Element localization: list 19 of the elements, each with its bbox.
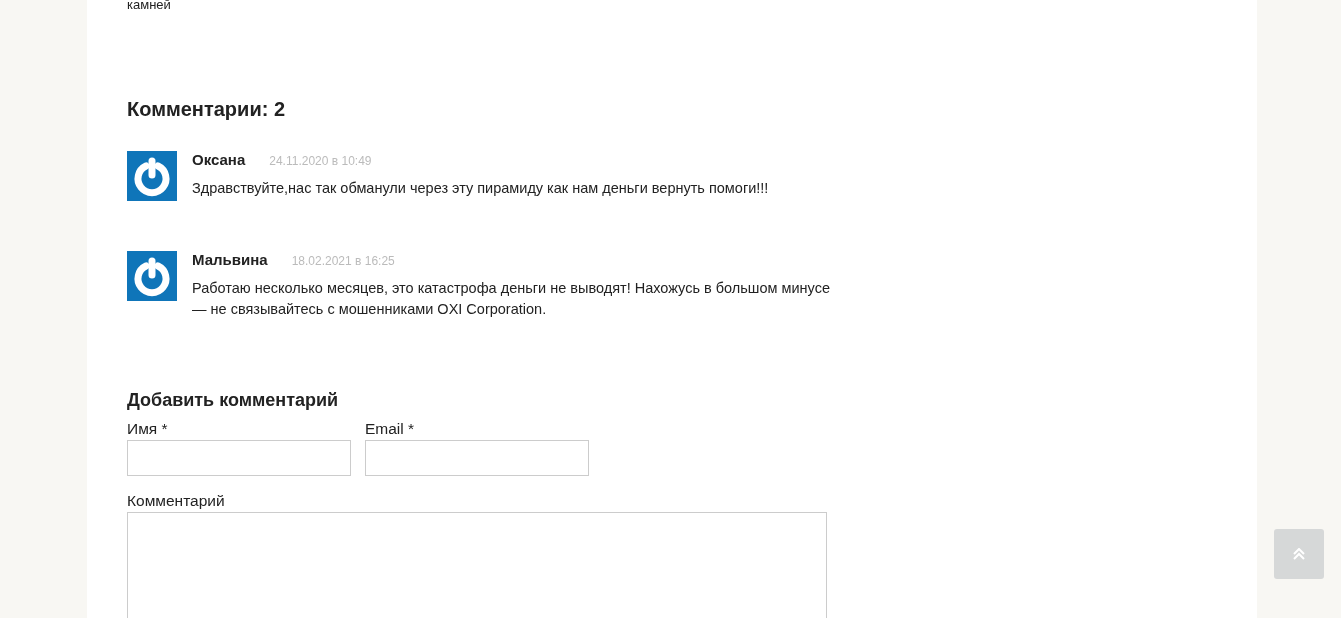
power-icon <box>127 251 177 301</box>
field-label: Комментарий <box>127 492 226 510</box>
field-label: Имя * <box>127 420 169 438</box>
name-field[interactable] <box>127 440 351 476</box>
comment-author: Мальвина <box>192 251 268 268</box>
form-title: Добавить комментарий <box>127 390 340 410</box>
scroll-top-button[interactable] <box>1274 529 1324 579</box>
comments-heading: Комментарии: 2 <box>127 97 287 121</box>
comment-date: 18.02.2021 в 16:25 <box>291 254 395 268</box>
comment-text: Здравствуйте,нас так обманули через эту пирамиду как нам деньги вернуть помоги!!! <box>192 179 770 198</box>
comment-field[interactable] <box>127 512 827 618</box>
power-icon <box>127 151 177 201</box>
email-field[interactable] <box>365 440 589 476</box>
chevrons-up-icon <box>1293 548 1305 560</box>
field-label: Email * <box>365 420 416 438</box>
comment-date: 24.11.2020 в 10:49 <box>269 154 372 168</box>
article-text: камней <box>127 0 172 10</box>
comment-text: Работаю несколько месяцев, это катастрофа деньги не выводят! Нахожусь в большом минусе — не связывайтесь с мошенниками OXI Corporation. <box>192 279 831 319</box>
comment-author: Оксана <box>192 151 246 168</box>
